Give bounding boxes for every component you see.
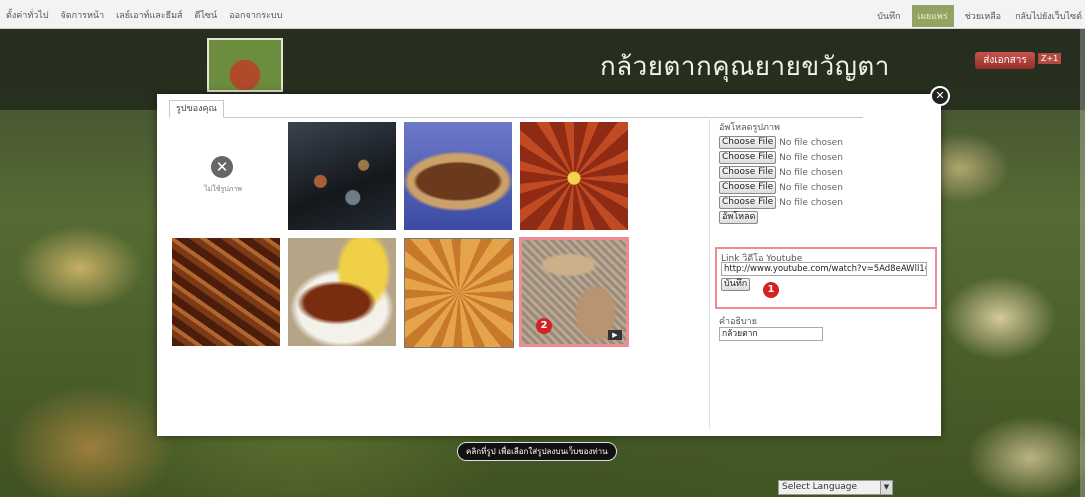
file-input-row: Choose File No file chosen	[719, 136, 934, 149]
menu-layout-themes[interactable]: เลย์เอาท์และธีมส์	[116, 8, 182, 22]
youtube-save-button[interactable]: บันทึก	[721, 278, 751, 291]
annotation-marker-2: 2	[536, 318, 552, 334]
upload-panel: อัพโหลดรูปภาพ Choose File No file chosen…	[719, 120, 934, 224]
choose-file-button[interactable]: Choose File	[719, 151, 777, 164]
choose-file-button[interactable]: Choose File	[719, 181, 777, 194]
youtube-url-input[interactable]: http://www.youtube.com/watch?v=5Ad8eAWll…	[721, 262, 927, 276]
menu-logout[interactable]: ออกจากระบบ	[229, 8, 282, 22]
top-menu-right: บันทึก เผยแพร่ ช่วยเหลือ กลับไปยังเว็บไซ…	[874, 5, 1085, 27]
no-file-text: No file chosen	[779, 152, 843, 163]
no-photo-option[interactable]: ✕ ไม่ใช้รูปภาพ	[169, 122, 277, 230]
menu-design[interactable]: ดีไซน์	[195, 8, 218, 22]
gallery-image[interactable]	[288, 238, 396, 346]
upload-label: อัพโหลดรูปภาพ	[719, 123, 780, 133]
file-input-row: Choose File No file chosen	[719, 166, 934, 179]
banner-thumbnail	[207, 38, 283, 92]
zoom-tag[interactable]: Z+1	[1038, 53, 1062, 64]
choose-file-button[interactable]: Choose File	[719, 136, 777, 149]
menu-general-settings[interactable]: ตั้งค่าทั่วไป	[6, 8, 49, 22]
language-select-label: Select Language	[782, 482, 858, 492]
menu-help[interactable]: ช่วยเหลือ	[962, 5, 1004, 27]
chevron-down-icon: ▼	[880, 481, 892, 494]
language-select[interactable]: Select Language ▼	[778, 480, 893, 495]
menu-manage-pages[interactable]: จัดการหน้า	[61, 8, 105, 22]
play-icon: ▶	[608, 330, 622, 340]
divider	[709, 117, 710, 429]
youtube-link-section: Link วิดีโอ Youtube http://www.youtube.c…	[715, 247, 937, 309]
choose-file-button[interactable]: Choose File	[719, 166, 777, 179]
gallery-image[interactable]	[172, 238, 280, 346]
gallery-image[interactable]	[288, 122, 396, 230]
caption-input[interactable]: กล้วยตาก	[719, 327, 823, 341]
page-scrollbar[interactable]	[1080, 28, 1085, 497]
gallery-image[interactable]	[404, 238, 514, 348]
image-picker-dialog: รูปของคุณ ✕ ไม่ใช้รูปภาพ 2 ▶ อัพโหลดรูปภ…	[157, 94, 941, 436]
menu-publish[interactable]: เผยแพร่	[911, 5, 954, 27]
menu-save[interactable]: บันทึก	[874, 5, 903, 27]
hint-bubble: คลิกที่รูป เพื่อเลือกใส่รูปลงบนเว็บของท่…	[457, 442, 617, 461]
no-file-text: No file chosen	[779, 182, 843, 193]
file-input-row: Choose File No file chosen	[719, 181, 934, 194]
close-icon: ✕	[211, 156, 233, 178]
close-dialog-icon[interactable]: ✕	[930, 86, 950, 106]
dialog-tabs: รูปของคุณ	[169, 100, 863, 118]
no-file-text: No file chosen	[779, 197, 843, 208]
send-document-button[interactable]: ส่งเอกสาร	[975, 52, 1035, 69]
top-menu-bar: ตั้งค่าทั่วไป จัดการหน้า เลย์เอาท์และธีม…	[0, 0, 1085, 29]
annotation-marker-1: 1	[763, 282, 779, 298]
gallery-image[interactable]	[404, 122, 512, 230]
no-file-text: No file chosen	[779, 137, 843, 148]
file-input-row: Choose File No file chosen	[719, 151, 934, 164]
image-gallery: ✕ ไม่ใช้รูปภาพ 2 ▶	[169, 117, 707, 429]
file-input-row: Choose File No file chosen	[719, 196, 934, 209]
top-menu-left: ตั้งค่าทั่วไป จัดการหน้า เลย์เอาท์และธีม…	[6, 8, 282, 22]
choose-file-button[interactable]: Choose File	[719, 196, 777, 209]
tab-your-images[interactable]: รูปของคุณ	[169, 100, 224, 118]
youtube-video-thumbnail[interactable]: 2 ▶	[519, 237, 629, 347]
site-title: กล้วยตากคุณยายขวัญตา	[600, 52, 890, 82]
gallery-image[interactable]	[520, 122, 628, 230]
upload-button[interactable]: อัพโหลด	[719, 211, 759, 224]
no-photo-label: ไม่ใช้รูปภาพ	[204, 185, 242, 193]
no-file-text: No file chosen	[779, 167, 843, 178]
menu-back-to-site[interactable]: กลับไปยังเว็บไซต์	[1012, 5, 1085, 27]
upload-submit-row: อัพโหลด	[719, 211, 934, 224]
caption-label: คำอธิบาย	[719, 317, 758, 327]
